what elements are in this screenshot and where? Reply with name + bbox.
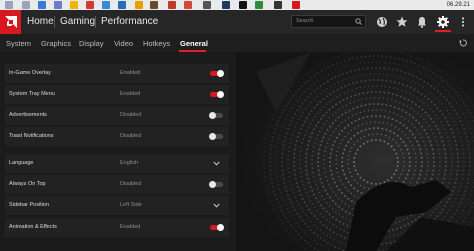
toggle-switch[interactable] bbox=[209, 133, 223, 140]
toggle-knob bbox=[217, 91, 224, 98]
app-icon-4[interactable] bbox=[54, 1, 62, 9]
search-icon bbox=[355, 18, 362, 25]
star-icon[interactable] bbox=[395, 15, 409, 29]
nav-performance[interactable]: Performance bbox=[101, 16, 158, 27]
toggle-switch[interactable] bbox=[209, 112, 223, 119]
setting-value: Disabled bbox=[120, 112, 142, 118]
toggle-knob bbox=[217, 224, 224, 231]
background-artwork bbox=[236, 52, 474, 251]
nav-divider bbox=[54, 16, 55, 28]
settings-tabs: System Graphics Display Video Hotkeys Ge… bbox=[0, 34, 474, 53]
bell-icon[interactable] bbox=[415, 15, 429, 29]
setting-row-advertisements[interactable]: Advertisements Disabled bbox=[5, 106, 229, 125]
toggle-knob bbox=[217, 70, 224, 77]
setting-value: Disabled bbox=[120, 133, 142, 139]
tab-system[interactable]: System bbox=[6, 39, 31, 48]
tab-video[interactable]: Video bbox=[114, 39, 133, 48]
setting-label: Language bbox=[9, 160, 34, 166]
setting-label: Toast Notifications bbox=[9, 133, 54, 139]
setting-label: In-Game Overlay bbox=[9, 70, 51, 76]
app-icon-6[interactable] bbox=[86, 1, 94, 9]
app-icon-2[interactable] bbox=[22, 1, 30, 9]
toggle-switch[interactable] bbox=[210, 224, 224, 231]
amd-arrow-icon bbox=[5, 16, 17, 28]
setting-row-toast-notifications[interactable]: Toast Notifications Disabled bbox=[5, 127, 229, 146]
halftone-artwork bbox=[236, 52, 474, 251]
toggle-knob bbox=[209, 181, 216, 188]
amd-logo[interactable] bbox=[0, 10, 21, 34]
app-icon-16[interactable] bbox=[255, 1, 263, 9]
tab-general[interactable]: General bbox=[180, 39, 208, 48]
app-icon-10[interactable] bbox=[150, 1, 158, 9]
tab-hotkeys[interactable]: Hotkeys bbox=[143, 39, 170, 48]
globe-icon[interactable] bbox=[375, 15, 389, 29]
app-icon-17[interactable] bbox=[274, 1, 282, 9]
chevron-down-icon[interactable] bbox=[213, 161, 220, 166]
setting-row-animation-effects[interactable]: Animation & Effects Enabled bbox=[5, 218, 229, 237]
toggle-switch[interactable] bbox=[209, 181, 223, 188]
setting-value: Enabled bbox=[120, 70, 141, 76]
app-icon-7[interactable] bbox=[102, 1, 110, 9]
nav-home[interactable]: Home bbox=[27, 16, 54, 27]
search-input[interactable] bbox=[296, 18, 354, 24]
top-nav-bar: Home Gaming Performance bbox=[0, 10, 474, 34]
windows-taskbar: 06.29.21 bbox=[0, 0, 474, 10]
app-icon-3[interactable] bbox=[38, 1, 46, 9]
app-icon-18[interactable] bbox=[292, 1, 300, 9]
ellipsis-icon[interactable] bbox=[456, 15, 470, 29]
app-icon-15[interactable] bbox=[239, 1, 247, 9]
app-icon-12[interactable] bbox=[184, 1, 192, 9]
app-icon-14[interactable] bbox=[222, 1, 230, 9]
reset-icon[interactable] bbox=[459, 39, 467, 47]
app-icon-9[interactable] bbox=[135, 1, 143, 9]
taskbar-clock: 06.29.21 bbox=[446, 2, 470, 8]
toggle-switch[interactable] bbox=[210, 70, 224, 77]
app-icon-1[interactable] bbox=[5, 1, 13, 9]
toggle-switch[interactable] bbox=[210, 91, 224, 98]
tab-graphics[interactable]: Graphics bbox=[41, 39, 71, 48]
setting-value: Enabled bbox=[120, 224, 141, 230]
toggle-knob bbox=[209, 133, 216, 140]
setting-value: Left Side bbox=[120, 202, 142, 208]
chevron-down-icon[interactable] bbox=[213, 203, 220, 208]
search-box[interactable] bbox=[291, 15, 366, 28]
setting-value: Enabled bbox=[120, 91, 141, 97]
setting-row-language[interactable]: Language English bbox=[5, 154, 229, 173]
setting-label: Sidebar Position bbox=[9, 202, 50, 208]
setting-label: System Tray Menu bbox=[9, 91, 55, 97]
gear-icon[interactable] bbox=[436, 15, 450, 29]
setting-label: Advertisements bbox=[9, 112, 47, 118]
app-icon-5[interactable] bbox=[70, 1, 78, 9]
general-settings-panel: In-Game Overlay Enabled System Tray Menu En… bbox=[0, 52, 236, 251]
setting-row-in-game-overlay[interactable]: In-Game Overlay Enabled bbox=[5, 64, 229, 83]
app-icon-8[interactable] bbox=[118, 1, 126, 9]
setting-row-system-tray-menu[interactable]: System Tray Menu Enabled bbox=[5, 85, 229, 104]
nav-divider bbox=[95, 16, 96, 28]
toggle-knob bbox=[209, 112, 216, 119]
nav-gaming[interactable]: Gaming bbox=[60, 16, 95, 27]
setting-row-sidebar-position[interactable]: Sidebar Position Left Side bbox=[5, 196, 229, 215]
setting-label: Always On Top bbox=[9, 181, 46, 187]
setting-row-always-on-top[interactable]: Always On Top Disabled bbox=[5, 175, 229, 194]
app-icon-13[interactable] bbox=[203, 1, 211, 9]
settings-active-indicator bbox=[435, 30, 451, 32]
setting-label: Animation & Effects bbox=[9, 224, 57, 230]
setting-value: Disabled bbox=[120, 181, 142, 187]
tab-display[interactable]: Display bbox=[79, 39, 104, 48]
app-icon-11[interactable] bbox=[168, 1, 176, 9]
setting-value: English bbox=[120, 160, 139, 166]
